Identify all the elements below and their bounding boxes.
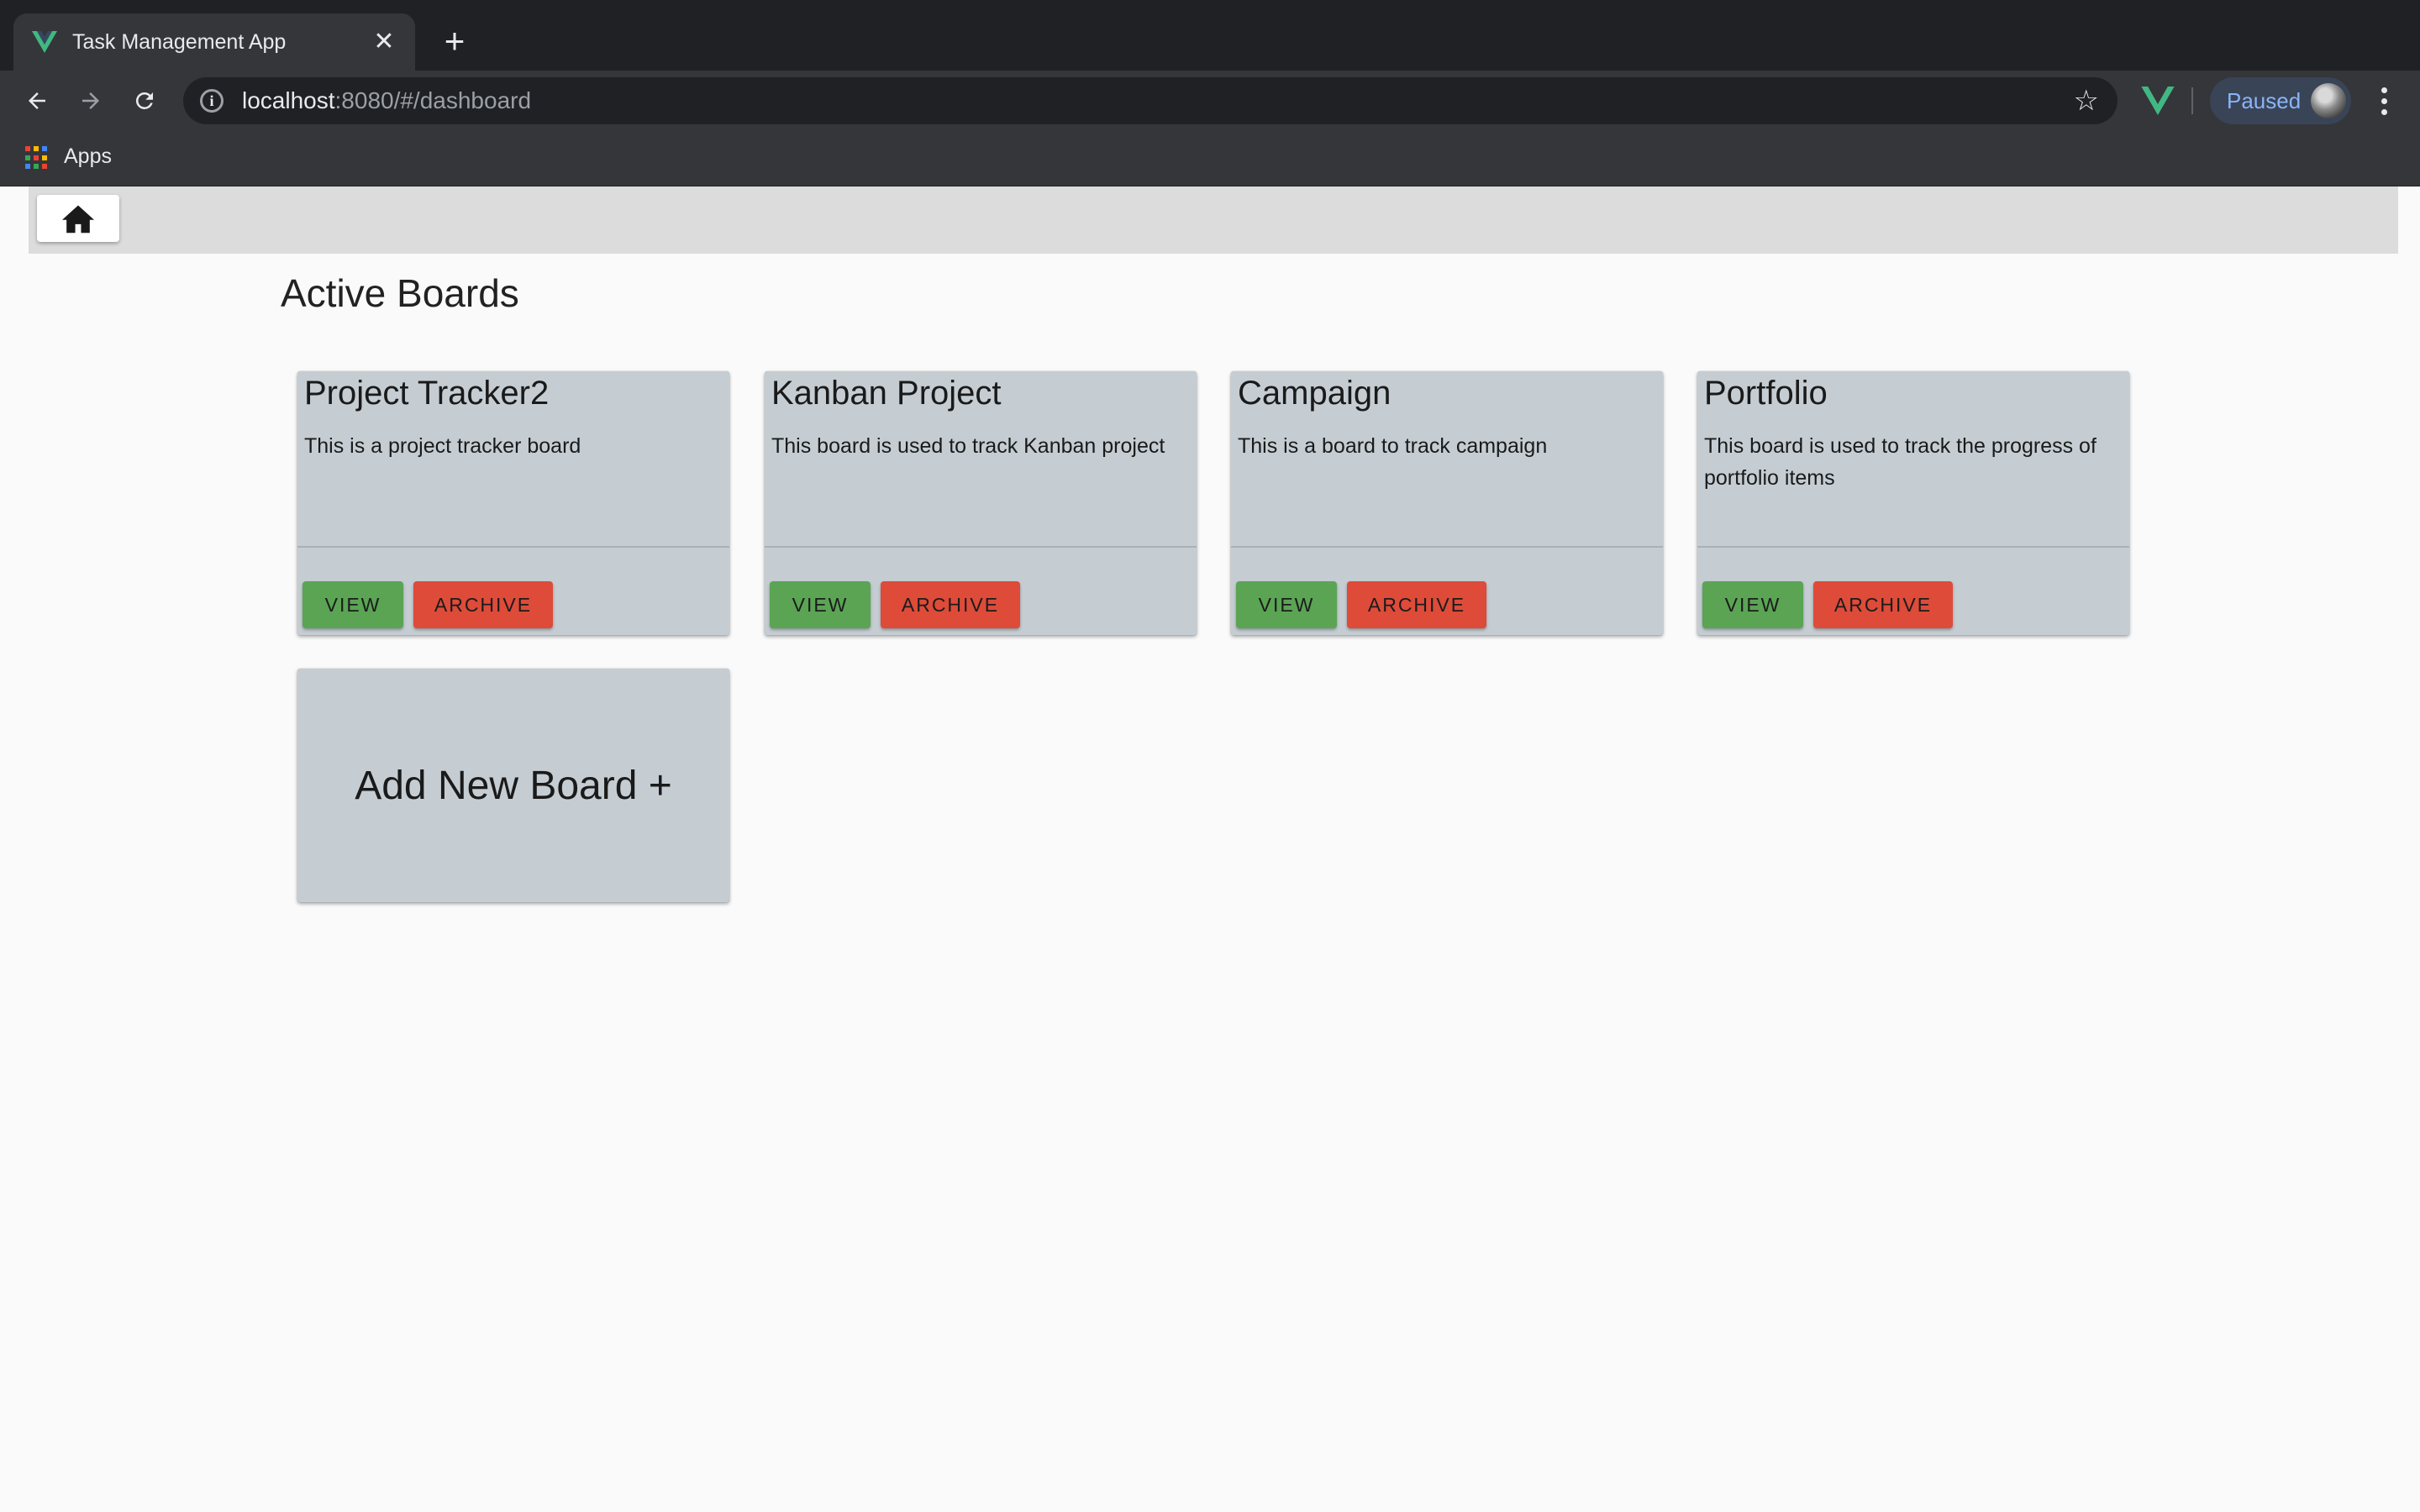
bookmarks-bar: Apps [0,131,2420,186]
home-button[interactable] [37,195,119,242]
profile-status: Paused [2227,87,2302,113]
reload-icon[interactable] [126,82,163,119]
page-content: Active Boards Project Tracker2 This is a… [0,186,2420,1512]
bookmark-star-icon[interactable]: ☆ [2074,86,2099,116]
card-divider [297,546,729,548]
board-card: Portfolio This board is used to track th… [1697,371,2129,635]
close-tab-icon[interactable]: ✕ [371,29,397,55]
apps-bookmark[interactable]: Apps [64,144,112,169]
archive-button[interactable]: ARCHIVE [1347,581,1486,628]
board-description: This is a board to track campaign [1238,434,1548,458]
archive-button[interactable]: ARCHIVE [1813,581,1953,628]
board-card: Project Tracker2 This is a project track… [297,371,729,635]
board-name: Portfolio [1704,375,1828,412]
board-card: Campaign This is a board to track campai… [1231,371,1663,635]
board-name: Kanban Project [771,375,1002,412]
apps-grid-icon[interactable] [25,146,49,170]
browser-toolbar: i localhost:8080/#/dashboard ☆ Paused [0,71,2420,131]
board-card: Kanban Project This board is used to tra… [765,371,1197,635]
url-path: :8080/#/dashboard [334,87,532,113]
browser-tab[interactable]: Task Management App ✕ [13,13,415,71]
vue-devtools-icon[interactable] [2141,84,2175,118]
archive-button[interactable]: ARCHIVE [413,581,553,628]
archive-button[interactable]: ARCHIVE [881,581,1020,628]
add-board-card[interactable]: Add New Board + [297,669,729,902]
view-button[interactable]: VIEW [302,581,403,628]
board-description: This board is used to track Kanban proje… [771,434,1165,458]
forward-arrow-icon[interactable] [72,82,109,119]
address-bar[interactable]: i localhost:8080/#/dashboard ☆ [183,77,2118,124]
url-text: localhost:8080/#/dashboard [242,87,531,114]
board-description: This is a project tracker board [304,434,581,458]
url-host: localhost [242,87,335,113]
browser-tab-strip: Task Management App ✕ + [0,0,2420,71]
board-description: This board is used to track the progress… [1704,434,2096,490]
view-button[interactable]: VIEW [1236,581,1337,628]
profile-button[interactable]: Paused [2210,77,2351,124]
card-divider [1697,546,2129,548]
toolbar-divider [2191,87,2193,114]
new-tab-icon[interactable]: + [437,24,472,59]
board-name: Campaign [1238,375,1392,412]
view-button[interactable]: VIEW [1702,581,1803,628]
tab-title: Task Management App [72,29,287,54]
back-arrow-icon[interactable] [18,82,55,119]
card-divider [765,546,1197,548]
card-divider [1231,546,1663,548]
site-info-icon[interactable]: i [200,89,224,113]
view-button[interactable]: VIEW [770,581,871,628]
board-name: Project Tracker2 [304,375,550,412]
app-nav-bar [29,186,2398,254]
add-board-label: Add New Board + [355,763,672,808]
page-title: Active Boards [281,271,519,315]
vue-logo-icon [32,29,57,55]
home-icon [62,205,94,234]
browser-menu-icon[interactable] [2371,81,2396,121]
avatar [2311,83,2346,118]
